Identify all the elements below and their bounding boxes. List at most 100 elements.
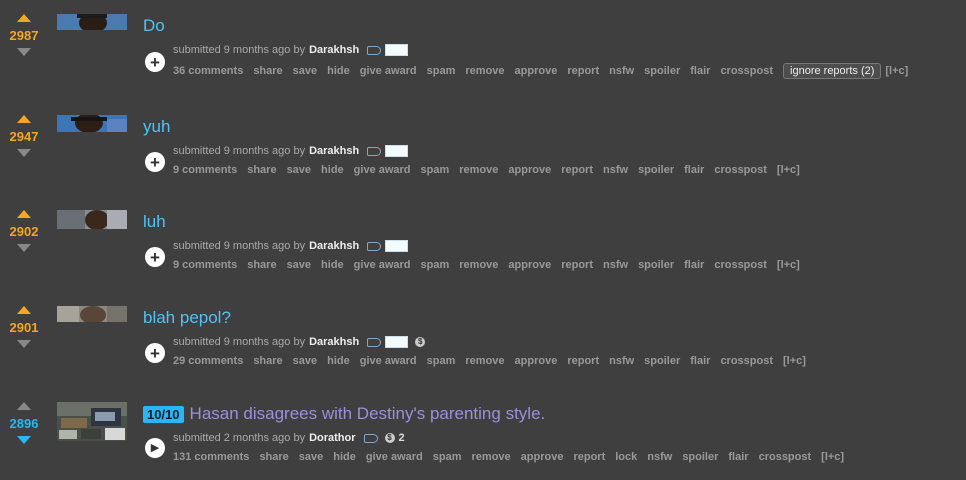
- award-icon[interactable]: $: [384, 433, 395, 443]
- spoiler-button[interactable]: spoiler: [638, 164, 674, 176]
- spam-button[interactable]: spam: [433, 451, 462, 463]
- nsfw-button[interactable]: nsfw: [603, 164, 628, 176]
- spoiler-button[interactable]: spoiler: [644, 355, 680, 367]
- crosspost-button[interactable]: crosspost: [759, 451, 812, 463]
- upvote-icon[interactable]: [17, 306, 31, 314]
- downvote-icon[interactable]: [17, 149, 31, 157]
- crosspost-button[interactable]: crosspost: [720, 355, 773, 367]
- nsfw-button[interactable]: nsfw: [647, 451, 672, 463]
- comments-link[interactable]: 131 comments: [173, 451, 249, 463]
- spoiler-button[interactable]: spoiler: [644, 65, 680, 77]
- award-icon[interactable]: $: [415, 337, 426, 347]
- post-title[interactable]: yuh: [143, 117, 170, 137]
- post-thumbnail[interactable]: [57, 14, 127, 30]
- comments-link[interactable]: 29 comments: [173, 355, 243, 367]
- save-button[interactable]: save: [293, 355, 317, 367]
- lc-link[interactable]: [l+c]: [783, 355, 806, 367]
- give-award-button[interactable]: give award: [366, 451, 423, 463]
- save-button[interactable]: save: [287, 164, 311, 176]
- expand-icon[interactable]: +: [145, 52, 165, 72]
- report-button[interactable]: report: [573, 451, 605, 463]
- report-button[interactable]: report: [567, 65, 599, 77]
- nsfw-button[interactable]: nsfw: [609, 355, 634, 367]
- nsfw-button[interactable]: nsfw: [603, 259, 628, 271]
- author-link[interactable]: Dorathor: [309, 432, 355, 444]
- save-button[interactable]: save: [287, 259, 311, 271]
- share-button[interactable]: share: [253, 355, 282, 367]
- remove-button[interactable]: remove: [459, 164, 498, 176]
- hide-button[interactable]: hide: [333, 451, 356, 463]
- share-button[interactable]: share: [247, 164, 276, 176]
- flair-button[interactable]: flair: [728, 451, 748, 463]
- remove-button[interactable]: remove: [459, 259, 498, 271]
- tag-icon[interactable]: [367, 146, 382, 156]
- crosspost-button[interactable]: crosspost: [714, 164, 767, 176]
- report-button[interactable]: report: [561, 259, 593, 271]
- downvote-icon[interactable]: [17, 340, 31, 348]
- downvote-icon[interactable]: [17, 244, 31, 252]
- post-title[interactable]: luh: [143, 212, 166, 232]
- spam-button[interactable]: spam: [427, 355, 456, 367]
- spam-button[interactable]: spam: [421, 259, 450, 271]
- give-award-button[interactable]: give award: [354, 259, 411, 271]
- post-title[interactable]: Do: [143, 16, 165, 36]
- post-title[interactable]: blah pepol?: [143, 308, 231, 328]
- spoiler-button[interactable]: spoiler: [638, 259, 674, 271]
- nsfw-button[interactable]: nsfw: [609, 65, 634, 77]
- author-link[interactable]: Darakhsh: [309, 240, 359, 252]
- author-link[interactable]: Darakhsh: [309, 145, 359, 157]
- upvote-icon[interactable]: [17, 14, 31, 22]
- hide-button[interactable]: hide: [321, 259, 344, 271]
- downvote-icon[interactable]: [17, 436, 31, 444]
- approve-button[interactable]: approve: [521, 451, 564, 463]
- share-button[interactable]: share: [259, 451, 288, 463]
- spoiler-button[interactable]: spoiler: [682, 451, 718, 463]
- post-thumbnail[interactable]: [57, 306, 127, 322]
- comments-link[interactable]: 36 comments: [173, 65, 243, 77]
- post-thumbnail[interactable]: [57, 210, 127, 229]
- remove-button[interactable]: remove: [465, 65, 504, 77]
- share-button[interactable]: share: [247, 259, 276, 271]
- spam-button[interactable]: spam: [427, 65, 456, 77]
- hide-button[interactable]: hide: [321, 164, 344, 176]
- remove-button[interactable]: remove: [472, 451, 511, 463]
- lc-link[interactable]: [l+c]: [777, 259, 800, 271]
- flair-button[interactable]: flair: [684, 164, 704, 176]
- play-icon[interactable]: ▶: [145, 438, 165, 458]
- tag-icon[interactable]: [363, 433, 378, 443]
- flair-button[interactable]: flair: [690, 65, 710, 77]
- lock-button[interactable]: lock: [615, 451, 637, 463]
- hide-button[interactable]: hide: [327, 65, 350, 77]
- comments-link[interactable]: 9 comments: [173, 259, 237, 271]
- save-button[interactable]: save: [293, 65, 317, 77]
- tag-icon[interactable]: [367, 45, 382, 55]
- crosspost-button[interactable]: crosspost: [714, 259, 767, 271]
- hide-button[interactable]: hide: [327, 355, 350, 367]
- spam-button[interactable]: spam: [421, 164, 450, 176]
- flair-button[interactable]: flair: [690, 355, 710, 367]
- upvote-icon[interactable]: [17, 402, 31, 410]
- downvote-icon[interactable]: [17, 48, 31, 56]
- remove-button[interactable]: remove: [465, 355, 504, 367]
- approve-button[interactable]: approve: [515, 355, 558, 367]
- approve-button[interactable]: approve: [508, 259, 551, 271]
- approve-button[interactable]: approve: [508, 164, 551, 176]
- save-button[interactable]: save: [299, 451, 323, 463]
- flair-button[interactable]: flair: [684, 259, 704, 271]
- lc-link[interactable]: [l+c]: [821, 451, 844, 463]
- lc-link[interactable]: [l+c]: [777, 164, 800, 176]
- approve-button[interactable]: approve: [515, 65, 558, 77]
- post-thumbnail[interactable]: [57, 402, 127, 441]
- upvote-icon[interactable]: [17, 210, 31, 218]
- expand-icon[interactable]: +: [145, 343, 165, 363]
- tag-icon[interactable]: [367, 337, 382, 347]
- post-thumbnail[interactable]: [57, 115, 127, 132]
- expand-icon[interactable]: +: [145, 247, 165, 267]
- report-button[interactable]: report: [561, 164, 593, 176]
- expand-icon[interactable]: +: [145, 152, 165, 172]
- ignore-reports-button[interactable]: ignore reports (2): [783, 63, 882, 79]
- give-award-button[interactable]: give award: [360, 65, 417, 77]
- tag-icon[interactable]: [367, 241, 382, 251]
- crosspost-button[interactable]: crosspost: [720, 65, 773, 77]
- author-link[interactable]: Darakhsh: [309, 44, 359, 56]
